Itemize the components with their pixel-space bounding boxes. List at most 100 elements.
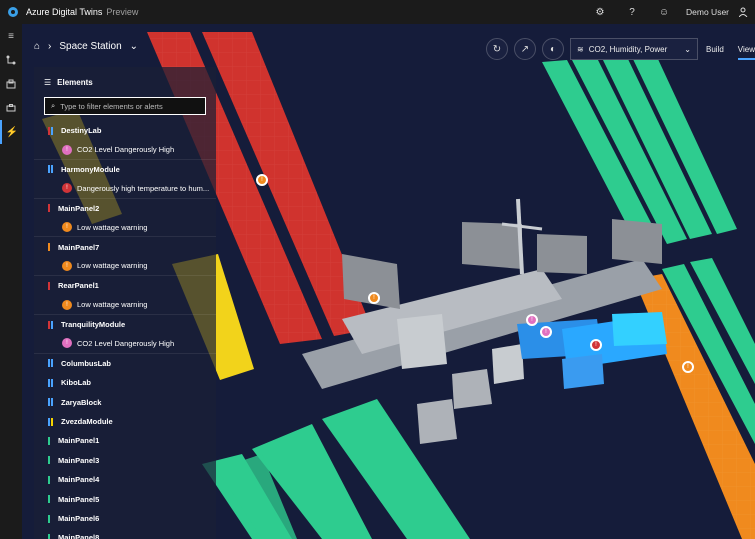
element-name: ZvezdaModule bbox=[61, 417, 113, 427]
elements-panel-header: ☰ Elements bbox=[34, 67, 216, 97]
alert-badge-icon: ! bbox=[62, 144, 72, 155]
elements-filter-input[interactable]: ⌕ Type to filter elements or alerts bbox=[44, 97, 206, 115]
alert-text: Low wattage warning bbox=[77, 261, 148, 271]
element-item[interactable]: MainPanel8 bbox=[34, 528, 216, 539]
alert-item[interactable]: ! Low wattage warning bbox=[34, 218, 216, 238]
element-item[interactable]: MainPanel3 bbox=[34, 451, 216, 470]
alert-badge-icon: ! bbox=[62, 299, 72, 310]
status-bar bbox=[51, 320, 53, 329]
user-name[interactable]: Demo User bbox=[686, 7, 729, 17]
scene-alert-marker-temperature[interactable]: ! bbox=[590, 339, 602, 351]
alert-text: CO2 Level Dangerously High bbox=[77, 145, 175, 155]
radiator-panel-3 bbox=[537, 234, 587, 274]
status-bar bbox=[51, 378, 53, 387]
user-account-icon[interactable] bbox=[733, 0, 755, 24]
toolbox-icon[interactable] bbox=[0, 96, 22, 120]
top-bar: Azure Digital Twins Preview ⚙ ? ☺ Demo U… bbox=[0, 0, 755, 24]
element-item[interactable]: MainPanel6 bbox=[34, 509, 216, 528]
alert-text: Low wattage warning bbox=[77, 300, 148, 310]
alert-badge-icon: ! bbox=[62, 338, 72, 349]
element-item[interactable]: ZaryaBlock bbox=[34, 392, 216, 411]
element-name: RearPanel1 bbox=[58, 281, 99, 291]
status-bar bbox=[48, 436, 50, 445]
element-status-bars bbox=[48, 436, 51, 445]
elements-list: DestinyLab! CO2 Level Dangerously High Har… bbox=[34, 121, 216, 539]
status-bar bbox=[51, 165, 53, 174]
element-item[interactable]: ColumbusLab bbox=[34, 354, 216, 373]
status-bar bbox=[48, 204, 50, 213]
element-status-bars bbox=[48, 398, 54, 407]
element-status-bars bbox=[48, 281, 51, 290]
share-icon[interactable]: ↗ bbox=[514, 38, 536, 60]
alert-badge-icon: ! bbox=[62, 183, 72, 194]
element-status-bars bbox=[48, 533, 51, 539]
layers-dropdown[interactable]: ≋ CO2, Humidity, Power ⌄ bbox=[570, 38, 698, 60]
scene-3d-icon[interactable]: ⚡ bbox=[0, 120, 22, 144]
help-icon[interactable]: ? bbox=[616, 0, 648, 24]
element-name: MainPanel3 bbox=[58, 455, 100, 465]
scene-toolbar: ↻ ↗ ◐ ≋ CO2, Humidity, Power ⌄ Build Vie… bbox=[486, 38, 755, 60]
theme-palette-icon[interactable]: ◐ bbox=[542, 38, 564, 60]
element-item[interactable]: KiboLab bbox=[34, 373, 216, 392]
settings-gear-icon[interactable]: ⚙ bbox=[584, 0, 616, 24]
scene-alert-marker-co2-1[interactable]: ! bbox=[526, 314, 538, 326]
alert-item[interactable]: ! Low wattage warning bbox=[34, 296, 216, 315]
alert-item[interactable]: ! Low wattage warning bbox=[34, 257, 216, 277]
alert-text: Low wattage warning bbox=[77, 222, 148, 232]
element-status-bars bbox=[48, 204, 51, 213]
status-bar bbox=[48, 281, 50, 290]
alert-badge-icon: ! bbox=[62, 222, 72, 233]
element-status-bars bbox=[48, 378, 54, 387]
alert-text: Dangerously high temperature to hum... bbox=[77, 183, 210, 193]
status-bar bbox=[48, 378, 50, 387]
radiator-panel-2 bbox=[462, 222, 522, 269]
element-item[interactable]: MainPanel7 bbox=[34, 237, 216, 256]
elements-panel: ☰ Elements ⌕ Type to filter elements or … bbox=[34, 67, 216, 539]
element-item[interactable]: ZvezdaModule bbox=[34, 412, 216, 431]
element-name: ColumbusLab bbox=[61, 358, 111, 368]
element-item[interactable]: MainPanel1 bbox=[34, 431, 216, 450]
refresh-icon[interactable]: ↻ bbox=[486, 38, 508, 60]
build-mode-tab[interactable]: Build bbox=[706, 45, 724, 54]
scene-name[interactable]: Space Station bbox=[59, 41, 121, 52]
feedback-smiley-icon[interactable]: ☺ bbox=[648, 0, 680, 24]
element-status-bars bbox=[48, 475, 51, 484]
element-item[interactable]: MainPanel4 bbox=[34, 470, 216, 489]
scene-alert-marker-wattage-2[interactable]: ! bbox=[368, 292, 380, 304]
search-icon: ⌕ bbox=[51, 101, 56, 110]
element-name: MainPanel5 bbox=[58, 494, 100, 504]
element-status-bars bbox=[48, 165, 54, 174]
element-item[interactable]: RearPanel1 bbox=[34, 276, 216, 295]
alert-item[interactable]: ! CO2 Level Dangerously High bbox=[34, 140, 216, 160]
models-icon[interactable] bbox=[0, 72, 22, 96]
alert-badge-icon: ! bbox=[62, 260, 72, 271]
element-name: KiboLab bbox=[61, 378, 91, 388]
view-mode-tab[interactable]: View bbox=[737, 45, 755, 60]
azure-digital-twins-logo-icon bbox=[6, 5, 20, 19]
element-name: MainPanel4 bbox=[58, 475, 100, 485]
scene-dropdown-chevron-icon[interactable]: ⌄ bbox=[130, 41, 138, 52]
layers-chevron-down-icon: ⌄ bbox=[684, 44, 691, 54]
alert-item[interactable]: ! CO2 Level Dangerously High bbox=[34, 334, 216, 354]
element-status-bars bbox=[48, 243, 51, 252]
scene-alert-marker-wattage-3[interactable]: ! bbox=[682, 361, 694, 373]
element-status-bars bbox=[48, 495, 51, 504]
element-status-bars bbox=[48, 514, 51, 523]
element-item[interactable]: TranquilityModule bbox=[34, 315, 216, 334]
hamburger-menu-icon[interactable]: ≡ bbox=[0, 24, 22, 48]
element-item[interactable]: HarmonyModule bbox=[34, 160, 216, 179]
scene-alert-marker-co2-2[interactable]: ! bbox=[540, 326, 552, 338]
scene-alert-marker-wattage-1[interactable]: ! bbox=[256, 174, 268, 186]
status-bar bbox=[48, 475, 50, 484]
breadcrumb: ⌂ › Space Station ⌄ bbox=[34, 36, 146, 56]
element-item[interactable]: DestinyLab bbox=[34, 121, 216, 140]
breadcrumb-chevron-icon: › bbox=[48, 40, 52, 52]
element-item[interactable]: MainPanel5 bbox=[34, 489, 216, 508]
status-bar bbox=[48, 456, 50, 465]
alert-item[interactable]: ! Dangerously high temperature to hum... bbox=[34, 179, 216, 199]
home-icon[interactable]: ⌂ bbox=[34, 41, 40, 52]
status-bar bbox=[48, 320, 50, 329]
graph-icon[interactable] bbox=[0, 48, 22, 72]
status-bar bbox=[48, 495, 50, 504]
element-item[interactable]: MainPanel2 bbox=[34, 199, 216, 218]
